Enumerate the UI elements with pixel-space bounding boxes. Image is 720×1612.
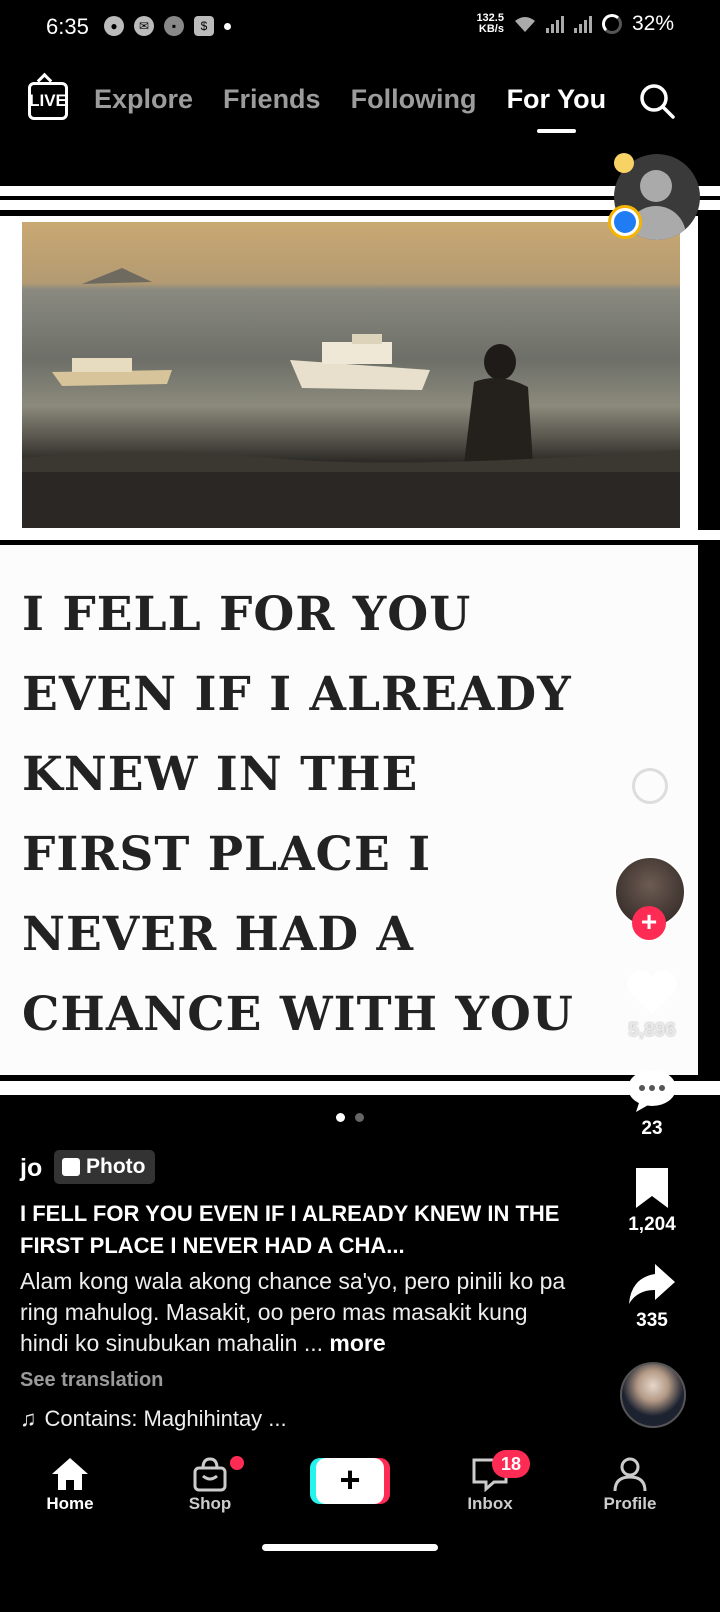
create-button[interactable]: +: [316, 1458, 384, 1504]
app-notification-icon: ▪: [164, 16, 184, 36]
nav-shop[interactable]: Shop: [160, 1456, 260, 1514]
post-description[interactable]: Alam kong wala akong chance sa'yo, pero …: [20, 1266, 580, 1359]
wifi-icon: [514, 17, 535, 32]
sea-scene-illustration: [22, 268, 680, 528]
boat-right: [290, 334, 430, 390]
emoji-reaction-icon[interactable]: [632, 768, 668, 804]
more-notifications-icon: [224, 22, 231, 30]
signal-icon-1: [545, 15, 564, 33]
comment-button[interactable]: 23: [612, 1068, 692, 1140]
comment-count: 23: [641, 1118, 663, 1139]
frame-line: [0, 200, 720, 210]
search-icon[interactable]: [638, 82, 676, 120]
home-icon: [52, 1458, 88, 1490]
inbox-count-badge: 18: [492, 1450, 530, 1478]
photo-carousel-dots: [336, 1113, 364, 1122]
net-speed: 132.5 KB/s: [476, 12, 504, 35]
status-right: 132.5 KB/s 32%: [476, 12, 674, 36]
carousel-dot: [336, 1113, 345, 1122]
shopping-bag-icon: [193, 1457, 227, 1492]
nav-profile[interactable]: Profile: [580, 1456, 680, 1514]
tab-for-you[interactable]: For You: [507, 84, 606, 133]
carousel-dot: [355, 1113, 364, 1122]
live-button[interactable]: LIVE: [28, 82, 68, 120]
shop-notification-icon: $: [194, 16, 214, 36]
nav-shop-label: Shop: [188, 1494, 232, 1513]
photo-icon: [62, 1158, 80, 1176]
tab-following[interactable]: Following: [351, 84, 477, 115]
sea-photo: [22, 222, 680, 528]
comment-icon: [628, 1070, 676, 1112]
signal-icon-2: [573, 15, 592, 33]
frame-line: [0, 530, 720, 540]
nav-inbox-label: Inbox: [467, 1494, 513, 1513]
photo-badge: Photo: [54, 1150, 156, 1184]
shop-notification-dot: [230, 1456, 244, 1470]
status-bar: 6:35 ● ✉ ▪ $ 132.5 KB/s 32%: [0, 0, 720, 56]
sound-disc[interactable]: [620, 1362, 686, 1428]
feed-tabs: Explore Friends Following For You: [94, 84, 606, 133]
share-count: 335: [636, 1310, 668, 1331]
post-description-text: Alam kong wala akong chance sa'yo, pero …: [20, 1268, 566, 1356]
nav-home[interactable]: Home: [20, 1456, 120, 1514]
tab-explore[interactable]: Explore: [94, 84, 193, 115]
account-icon: ●: [104, 16, 124, 36]
profile-icon: [613, 1457, 647, 1492]
see-translation-link[interactable]: See translation: [20, 1369, 163, 1392]
battery-percent: 32%: [631, 12, 674, 35]
nav-profile-label: Profile: [603, 1494, 657, 1513]
messenger-notification-icon: ✉: [134, 16, 154, 36]
heart-icon: [627, 970, 677, 1014]
photo-badge-label: Photo: [86, 1155, 146, 1178]
bookmark-icon: [636, 1168, 668, 1208]
messenger-icon[interactable]: [608, 205, 642, 239]
music-title: Contains: Maghihintay ...: [44, 1406, 287, 1431]
follow-button[interactable]: +: [632, 906, 666, 940]
status-time: 6:35: [46, 14, 89, 39]
boat-left: [52, 358, 172, 386]
share-arrow-icon: [629, 1264, 675, 1304]
quote-card[interactable]: I FELL FOR YOU EVEN IF I ALREADY KNEW IN…: [0, 545, 700, 1075]
save-count: 1,204: [628, 1214, 676, 1235]
music-info[interactable]: ♫ Contains: Maghihintay ...: [20, 1406, 287, 1432]
like-count: 5,896: [628, 1020, 676, 1041]
quote-text: I FELL FOR YOU EVEN IF I ALREADY KNEW IN…: [22, 587, 574, 1042]
photo-card[interactable]: [0, 216, 700, 536]
share-button[interactable]: 335: [612, 1262, 692, 1332]
like-button[interactable]: 5,896: [612, 968, 692, 1042]
more-link[interactable]: more: [329, 1330, 385, 1356]
notification-icons: ● ✉ ▪ $: [104, 16, 231, 36]
frame-line: [0, 186, 720, 196]
save-button[interactable]: 1,204: [612, 1166, 692, 1236]
online-dot: [614, 153, 634, 173]
home-indicator: [262, 1544, 438, 1551]
battery-icon: [601, 14, 622, 34]
top-nav: LIVE Explore Friends Following For You: [0, 70, 720, 140]
username[interactable]: jo: [20, 1154, 42, 1183]
music-note-icon: ♫: [20, 1406, 37, 1431]
post-title: I FELL FOR YOU EVEN IF I ALREADY KNEW IN…: [20, 1201, 560, 1258]
nav-home-label: Home: [46, 1494, 94, 1513]
tab-friends[interactable]: Friends: [223, 84, 321, 115]
